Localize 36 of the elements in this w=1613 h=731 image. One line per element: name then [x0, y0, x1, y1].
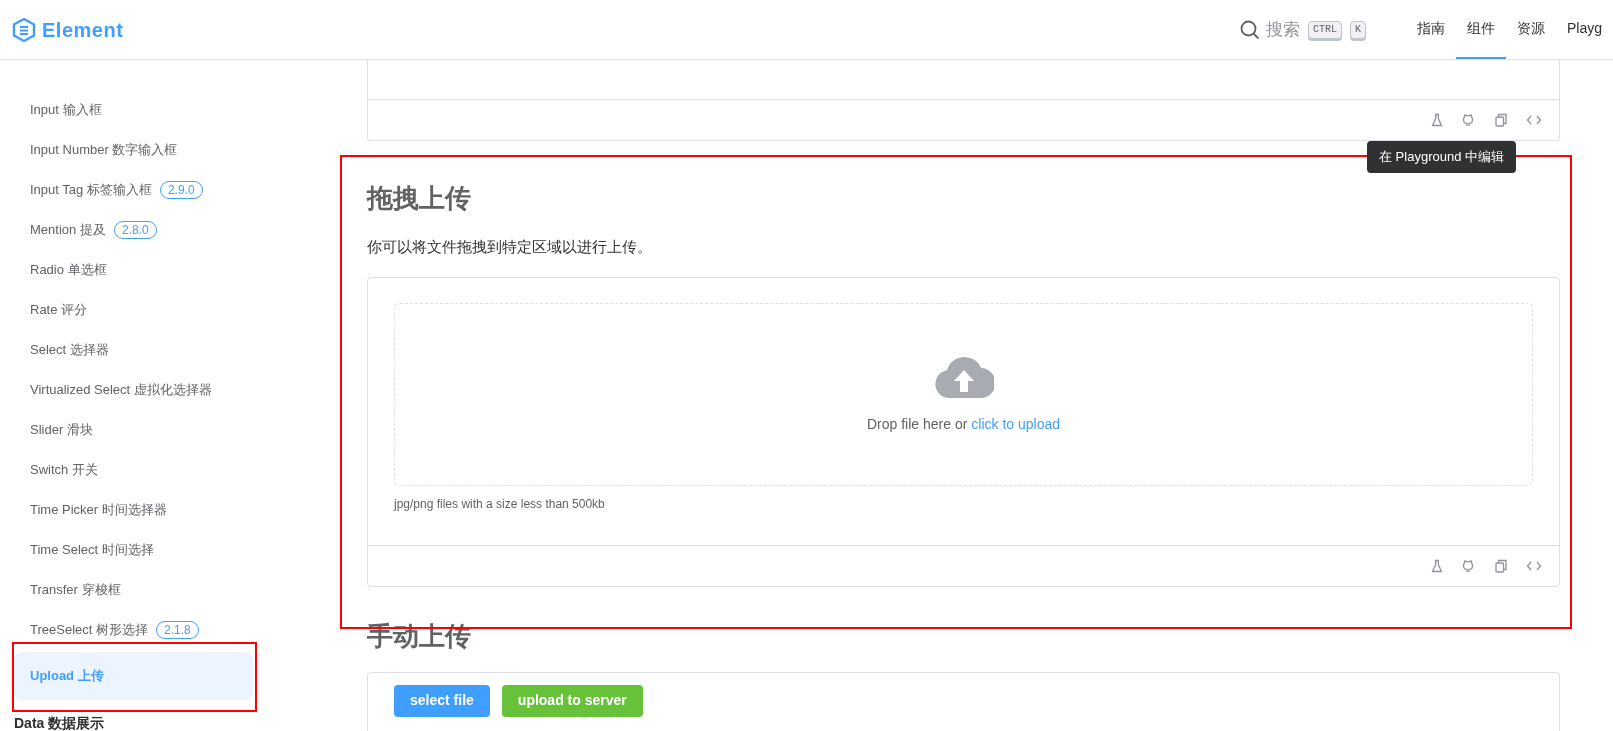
github-icon[interactable]: [1462, 558, 1476, 573]
section-description: 你可以将文件拖拽到特定区域以进行上传。: [367, 237, 653, 257]
sidebar-item[interactable]: Input Tag 标签输入框 2.9.0: [14, 170, 253, 210]
sidebar-item[interactable]: Rate 评分: [14, 290, 253, 330]
github-icon[interactable]: [1462, 113, 1476, 127]
drop-zone[interactable]: Drop file here or click to upload: [394, 302, 1533, 486]
key-hint: K: [1349, 20, 1366, 39]
sidebar-item[interactable]: Input 输入框: [14, 90, 253, 130]
sidebar-item[interactable]: Transfer 穿梭框: [14, 570, 253, 610]
nav-link[interactable]: Playg: [1555, 0, 1613, 59]
upload-tip: jpg/png files with a size less than 500kb: [394, 495, 606, 513]
nav-link[interactable]: 组件: [1455, 0, 1506, 59]
copy-icon[interactable]: [1494, 113, 1508, 127]
search-icon[interactable]: [1239, 19, 1260, 40]
sidebar-item[interactable]: Virtualized Select 虚拟化选择器: [14, 370, 253, 410]
nav-link[interactable]: 指南: [1405, 0, 1456, 59]
key-hint: CTRL: [1307, 20, 1342, 39]
sidebar-item[interactable]: Radio 单选框: [14, 250, 253, 290]
sidebar-item[interactable]: Mention 提及 2.8.0: [14, 210, 253, 250]
nav-link[interactable]: 资源: [1505, 0, 1556, 59]
sidebar-group-title: Data 数据展示: [14, 715, 106, 731]
drop-text: Drop file here or click to upload: [867, 414, 1060, 434]
sidebar-item[interactable]: Input Number 数字输入框: [14, 130, 253, 170]
sidebar-item[interactable]: Time Picker 时间选择器: [14, 490, 253, 530]
logo-icon: [12, 16, 36, 43]
flask-icon[interactable]: [1430, 113, 1444, 127]
code-icon[interactable]: [1526, 113, 1542, 127]
sidebar-item[interactable]: Time Select 时间选择: [14, 530, 253, 570]
sidebar-item[interactable]: TreeSelect 树形选择 2.1.8: [14, 610, 253, 650]
flask-icon[interactable]: [1430, 558, 1444, 573]
sidebar-item[interactable]: Slider 滑块: [14, 410, 253, 450]
tooltip: 在 Playground 中编辑: [1367, 141, 1516, 173]
sidebar-item[interactable]: Switch 开关: [14, 450, 253, 490]
sidebar-item[interactable]: Select 选择器: [14, 330, 253, 370]
copy-icon[interactable]: [1494, 558, 1508, 573]
section-heading: 拖拽上传: [367, 182, 472, 215]
